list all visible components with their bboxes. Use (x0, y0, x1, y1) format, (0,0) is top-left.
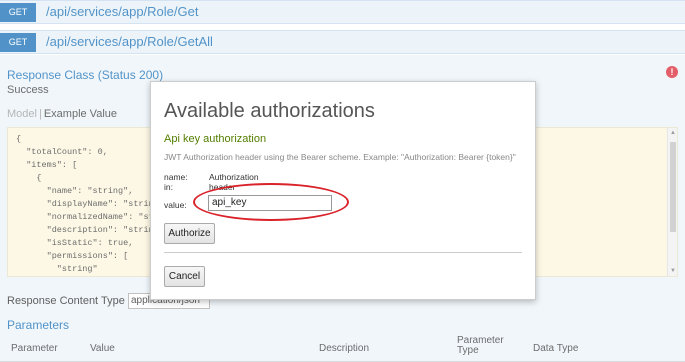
in-label: in: (164, 182, 173, 192)
auth-value-row: value: (164, 200, 187, 210)
value-label: value: (164, 200, 187, 210)
api-key-input[interactable]: api_key (208, 195, 332, 211)
auth-in-row: in: header (164, 182, 235, 192)
modal-title: Available authorizations (164, 100, 375, 122)
authorize-button[interactable]: Authorize (164, 223, 215, 244)
auth-scheme-heading: Api key authorization (164, 133, 267, 145)
modal-divider (164, 252, 522, 253)
name-value: Authorization (209, 172, 259, 182)
authorization-modal: Available authorizations Api key authori… (150, 81, 536, 300)
cancel-button[interactable]: Cancel (164, 266, 205, 287)
name-label: name: (164, 172, 188, 182)
auth-description: JWT Authorization header using the Beare… (164, 152, 516, 162)
in-value: header (209, 182, 236, 192)
auth-name-row: name: Authorization (164, 172, 259, 182)
